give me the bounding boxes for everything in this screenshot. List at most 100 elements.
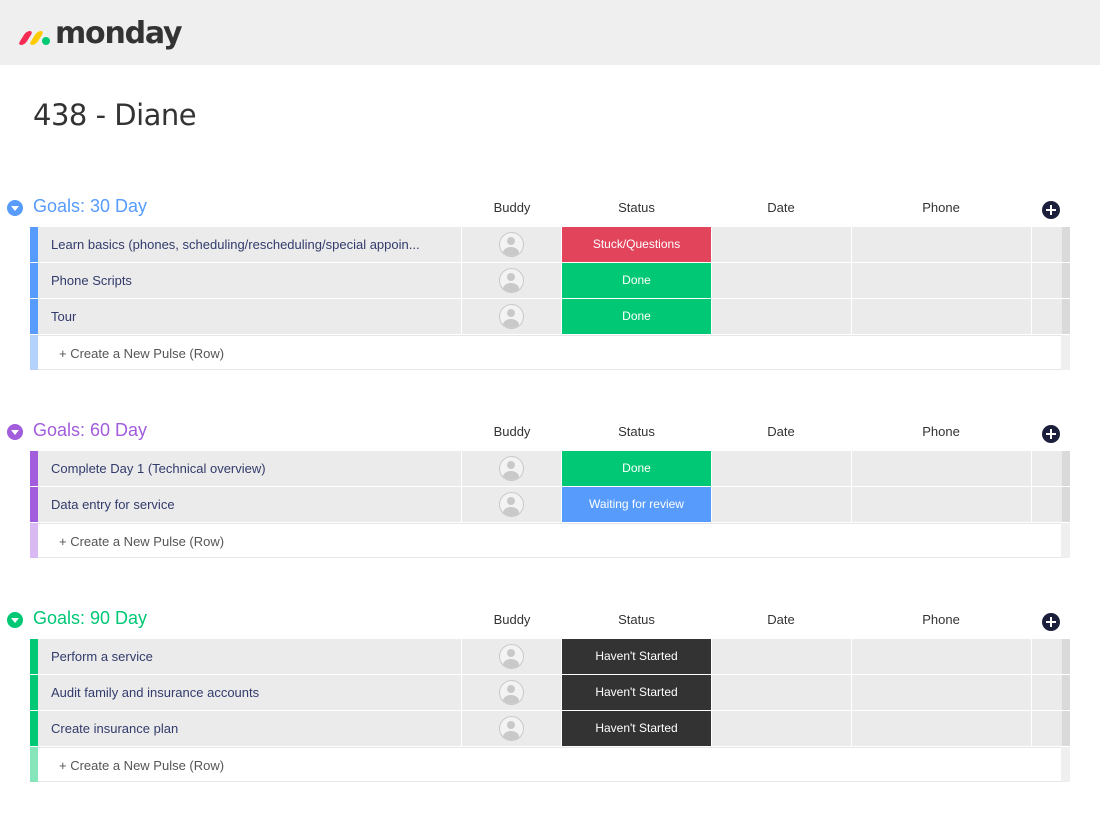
column-header-phone[interactable]: Phone: [851, 424, 1031, 439]
phone-cell[interactable]: [852, 639, 1031, 674]
add-column-icon[interactable]: [1042, 613, 1060, 631]
person-avatar-icon[interactable]: [499, 456, 524, 481]
buddy-cell[interactable]: [462, 451, 561, 486]
group-title[interactable]: Goals: 30 Day: [33, 196, 147, 217]
row-end-cell: [1032, 487, 1070, 522]
pulse-name[interactable]: Audit family and insurance accounts: [51, 685, 259, 700]
create-pulse-cell[interactable]: + Create a New Pulse (Row): [38, 335, 1061, 370]
phone-cell[interactable]: [852, 299, 1031, 334]
pulse-name-cell[interactable]: Phone Scripts: [38, 263, 461, 298]
pulse-name[interactable]: Phone Scripts: [51, 273, 132, 288]
monday-logo[interactable]: monday: [17, 16, 183, 52]
column-header-status[interactable]: Status: [562, 612, 711, 627]
pulse-name[interactable]: Learn basics (phones, scheduling/resched…: [51, 237, 420, 252]
date-cell[interactable]: [712, 675, 851, 710]
create-pulse-row[interactable]: + Create a New Pulse (Row): [0, 523, 1100, 559]
buddy-cell[interactable]: [462, 227, 561, 262]
column-header-date[interactable]: Date: [711, 424, 851, 439]
buddy-cell[interactable]: [462, 675, 561, 710]
group-color-bar: [30, 299, 38, 334]
person-avatar-icon[interactable]: [499, 680, 524, 705]
status-label[interactable]: Stuck/Questions: [562, 227, 711, 262]
add-column-icon[interactable]: [1042, 201, 1060, 219]
column-header-status[interactable]: Status: [562, 424, 711, 439]
create-pulse-row[interactable]: + Create a New Pulse (Row): [0, 335, 1100, 371]
buddy-cell[interactable]: [462, 299, 561, 334]
column-header-phone[interactable]: Phone: [851, 612, 1031, 627]
date-cell[interactable]: [712, 263, 851, 298]
group-title[interactable]: Goals: 90 Day: [33, 608, 147, 629]
status-label[interactable]: Haven't Started: [562, 639, 711, 674]
group-1: Goals: 30 Day Buddy Status Date Phone Learn b…: [0, 187, 1100, 371]
buddy-cell[interactable]: [462, 711, 561, 746]
date-cell[interactable]: [712, 487, 851, 522]
date-cell[interactable]: [712, 451, 851, 486]
create-pulse-label[interactable]: + Create a New Pulse (Row): [59, 346, 224, 361]
group-color-bar: [30, 263, 38, 298]
person-avatar-icon[interactable]: [499, 492, 524, 517]
row-end-cell: [1032, 639, 1070, 674]
column-header-buddy[interactable]: Buddy: [462, 612, 562, 627]
pulse-name-cell[interactable]: Create insurance plan: [38, 711, 461, 746]
create-pulse-label[interactable]: + Create a New Pulse (Row): [59, 758, 224, 773]
date-cell[interactable]: [712, 299, 851, 334]
group-header: Goals: 90 Day Buddy Status Date Phone: [0, 599, 1100, 639]
pulse-name[interactable]: Create insurance plan: [51, 721, 178, 736]
pulse-name-cell[interactable]: Data entry for service: [38, 487, 461, 522]
row-end-cell: [1032, 299, 1070, 334]
pulse-name-cell[interactable]: Audit family and insurance accounts: [38, 675, 461, 710]
status-label[interactable]: Done: [562, 451, 711, 486]
person-avatar-icon[interactable]: [499, 716, 524, 741]
column-header-buddy[interactable]: Buddy: [462, 200, 562, 215]
pulse-name[interactable]: Complete Day 1 (Technical overview): [51, 461, 266, 476]
date-cell[interactable]: [712, 639, 851, 674]
date-cell[interactable]: [712, 711, 851, 746]
phone-cell[interactable]: [852, 451, 1031, 486]
buddy-cell[interactable]: [462, 263, 561, 298]
create-pulse-label[interactable]: + Create a New Pulse (Row): [59, 534, 224, 549]
group-title[interactable]: Goals: 60 Day: [33, 420, 147, 441]
collapse-group-icon[interactable]: [7, 200, 23, 216]
board-title[interactable]: 438 - Diane: [33, 98, 197, 132]
pulse-name-cell[interactable]: Tour: [38, 299, 461, 334]
pulse-name-cell[interactable]: Perform a service: [38, 639, 461, 674]
status-label[interactable]: Waiting for review: [562, 487, 711, 522]
collapse-group-icon[interactable]: [7, 424, 23, 440]
group-color-bar: [30, 639, 38, 674]
person-avatar-icon[interactable]: [499, 268, 524, 293]
create-pulse-cell[interactable]: + Create a New Pulse (Row): [38, 747, 1061, 782]
group-3: Goals: 90 Day Buddy Status Date Phone Perform…: [0, 599, 1100, 783]
column-header-phone[interactable]: Phone: [851, 200, 1031, 215]
create-pulse-cell[interactable]: + Create a New Pulse (Row): [38, 523, 1061, 558]
column-header-buddy[interactable]: Buddy: [462, 424, 562, 439]
pulse-name[interactable]: Data entry for service: [51, 497, 175, 512]
buddy-cell[interactable]: [462, 639, 561, 674]
pulse-name[interactable]: Perform a service: [51, 649, 153, 664]
status-label[interactable]: Haven't Started: [562, 675, 711, 710]
date-cell[interactable]: [712, 227, 851, 262]
status-label[interactable]: Done: [562, 299, 711, 334]
add-column-icon[interactable]: [1042, 425, 1060, 443]
create-pulse-row[interactable]: + Create a New Pulse (Row): [0, 747, 1100, 783]
column-header-date[interactable]: Date: [711, 200, 851, 215]
phone-cell[interactable]: [852, 263, 1031, 298]
pulse-name-cell[interactable]: Learn basics (phones, scheduling/resched…: [38, 227, 461, 262]
status-label[interactable]: Done: [562, 263, 711, 298]
group-color-bar: [30, 487, 38, 522]
status-label[interactable]: Haven't Started: [562, 711, 711, 746]
column-header-status[interactable]: Status: [562, 200, 711, 215]
pulse-name[interactable]: Tour: [51, 309, 76, 324]
collapse-group-icon[interactable]: [7, 612, 23, 628]
person-avatar-icon[interactable]: [499, 644, 524, 669]
row-end-cell: [1032, 263, 1070, 298]
column-header-date[interactable]: Date: [711, 612, 851, 627]
phone-cell[interactable]: [852, 227, 1031, 262]
table-row: Audit family and insurance accounts Haven…: [0, 675, 1100, 711]
phone-cell[interactable]: [852, 675, 1031, 710]
phone-cell[interactable]: [852, 711, 1031, 746]
person-avatar-icon[interactable]: [499, 304, 524, 329]
person-avatar-icon[interactable]: [499, 232, 524, 257]
phone-cell[interactable]: [852, 487, 1031, 522]
pulse-name-cell[interactable]: Complete Day 1 (Technical overview): [38, 451, 461, 486]
buddy-cell[interactable]: [462, 487, 561, 522]
